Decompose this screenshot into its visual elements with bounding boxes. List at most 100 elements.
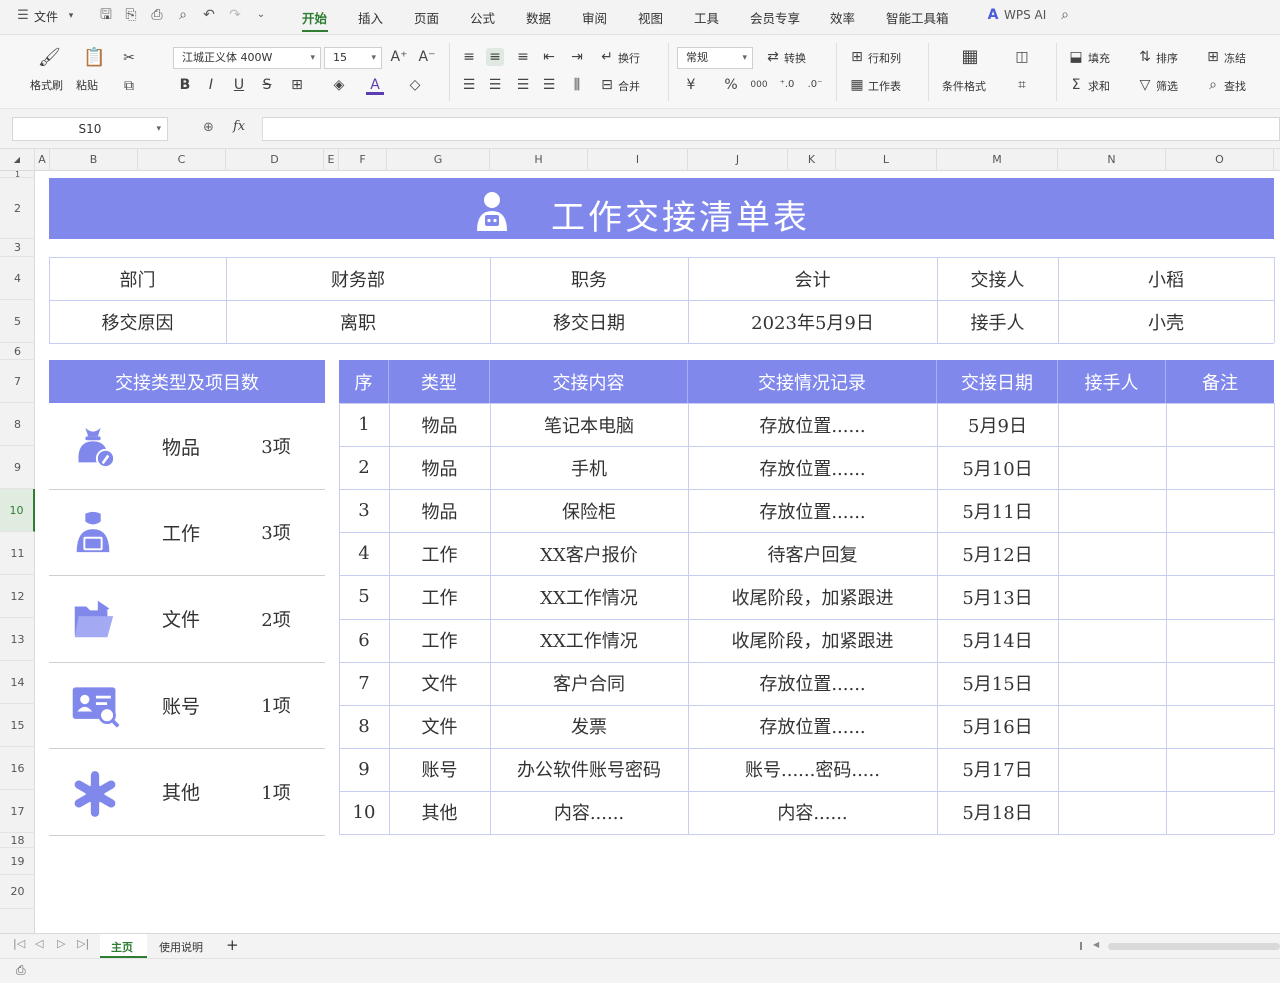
freeze-icon[interactable]: ⊞	[1204, 48, 1222, 66]
table-cell[interactable]: XX工作情况	[490, 575, 688, 618]
menu-8[interactable]: 会员专享	[750, 8, 800, 27]
justify-icon[interactable]: ☰	[540, 76, 558, 94]
table-cell[interactable]: 其他	[389, 791, 490, 834]
table-cell[interactable]: 10	[339, 791, 389, 834]
table-cell[interactable]	[1058, 575, 1166, 618]
table-cell[interactable]: 5月17日	[937, 748, 1058, 791]
more-chevron-icon[interactable]: ⌄	[252, 6, 270, 24]
border-icon[interactable]: ⊞	[288, 76, 306, 94]
decimal-increase-icon[interactable]: ⁺.0	[778, 76, 796, 94]
table-cell[interactable]	[1058, 748, 1166, 791]
indent-decrease-icon[interactable]: ⇤	[540, 48, 558, 66]
table-cell[interactable]: 5月16日	[937, 705, 1058, 748]
table-header-0[interactable]: 序	[339, 360, 389, 403]
table-header-1[interactable]: 类型	[389, 360, 490, 403]
table-cell[interactable]: 文件	[389, 705, 490, 748]
hamburger-icon[interactable]: ☰	[14, 7, 32, 25]
table-cell[interactable]	[1166, 489, 1274, 532]
last-sheet-icon[interactable]: ▷|	[77, 937, 89, 950]
export-pdf-icon[interactable]: ⎘	[122, 6, 140, 24]
align-bottom-icon[interactable]: ≡	[514, 48, 532, 66]
info-cell[interactable]: 小稻	[1058, 257, 1274, 300]
row-header-15[interactable]: 15	[0, 704, 35, 747]
table-cell[interactable]: 4	[339, 532, 389, 575]
table-cell[interactable]	[1058, 705, 1166, 748]
select-all-corner[interactable]: ◢	[0, 149, 35, 171]
row-header-12[interactable]: 12	[0, 575, 35, 618]
table-cell[interactable]: 存放位置......	[688, 403, 937, 446]
sort-button[interactable]: 排序	[1156, 50, 1178, 66]
table-cell[interactable]	[1166, 748, 1274, 791]
wps-ai-menu[interactable]: WPS AI	[1004, 8, 1046, 22]
info-cell[interactable]: 接手人	[937, 300, 1058, 343]
table-cell[interactable]: 2	[339, 446, 389, 489]
info-cell[interactable]: 财务部	[226, 257, 490, 300]
table-cell[interactable]: 手机	[490, 446, 688, 489]
table-cell[interactable]: 工作	[389, 532, 490, 575]
table-cell[interactable]: 存放位置......	[688, 446, 937, 489]
row-header-20[interactable]: 20	[0, 875, 35, 909]
align-center-icon[interactable]: ☰	[486, 76, 504, 94]
formula-input[interactable]	[262, 117, 1280, 141]
menu-0[interactable]: 开始	[302, 8, 327, 27]
column-header-D[interactable]: D	[226, 149, 324, 171]
column-header-I[interactable]: I	[588, 149, 688, 171]
column-header-N[interactable]: N	[1058, 149, 1166, 171]
table-cell[interactable]: 9	[339, 748, 389, 791]
sort-icon[interactable]: ⇅	[1136, 48, 1154, 66]
table-cell[interactable]	[1058, 489, 1166, 532]
table-cell[interactable]: XX工作情况	[490, 619, 688, 662]
row-header-13[interactable]: 13	[0, 618, 35, 661]
table-cell[interactable]: 保险柜	[490, 489, 688, 532]
table-cell[interactable]: 物品	[389, 489, 490, 532]
table-cell[interactable]	[1166, 662, 1274, 705]
column-header-A[interactable]: A	[35, 149, 50, 171]
row-header-19[interactable]: 19	[0, 848, 35, 875]
next-sheet-icon[interactable]: ▷	[57, 937, 65, 950]
row-header-18[interactable]: 18	[0, 833, 35, 848]
worksheet-icon[interactable]: ▦	[848, 76, 866, 94]
row-header-5[interactable]: 5	[0, 300, 35, 343]
worksheet-button[interactable]: 工作表	[868, 78, 901, 94]
row-header-10[interactable]: 10	[0, 489, 35, 532]
print-preview-icon[interactable]: ⌕	[174, 6, 192, 24]
number-format-select[interactable]: 常规 ▾	[677, 47, 753, 69]
undo-icon[interactable]: ↶	[200, 6, 218, 24]
row-header-4[interactable]: 4	[0, 257, 35, 300]
info-cell[interactable]: 部门	[49, 257, 226, 300]
format-brush-icon[interactable]: 🖌	[38, 49, 61, 67]
column-header-B[interactable]: B	[50, 149, 138, 171]
column-header-L[interactable]: L	[836, 149, 937, 171]
search-icon[interactable]: ⌕	[1056, 6, 1074, 24]
column-header-H[interactable]: H	[490, 149, 588, 171]
column-header-O[interactable]: O	[1166, 149, 1274, 171]
conditional-format-icon[interactable]: ▦	[961, 48, 979, 66]
info-cell[interactable]: 小壳	[1058, 300, 1274, 343]
table-cell[interactable]: 笔记本电脑	[490, 403, 688, 446]
row-header-16[interactable]: 16	[0, 747, 35, 790]
macro-record-icon[interactable]: ⎙	[16, 963, 26, 978]
info-cell[interactable]: 2023年5月9日	[688, 300, 937, 343]
table-cell[interactable]: 物品	[389, 403, 490, 446]
menu-6[interactable]: 视图	[638, 8, 663, 27]
copy-icon[interactable]: ⧉	[120, 77, 138, 95]
font-name-select[interactable]: 江城正义体 400W ▾	[173, 47, 321, 69]
table-cell[interactable]	[1166, 446, 1274, 489]
fill-button[interactable]: 填充	[1088, 50, 1110, 66]
find-button[interactable]: 查找	[1224, 78, 1246, 94]
table-cell[interactable]	[1166, 403, 1274, 446]
percent-button[interactable]: %	[722, 76, 740, 94]
table-cell[interactable]: 5月10日	[937, 446, 1058, 489]
scroll-left-icon[interactable]: ◀	[1093, 940, 1099, 949]
convert-icon[interactable]: ⇄	[764, 48, 782, 66]
font-color-icon[interactable]: A	[366, 76, 384, 95]
row-header-2[interactable]: 2	[0, 178, 35, 239]
currency-button[interactable]: ¥	[682, 76, 700, 94]
font-size-select[interactable]: 15 ▾	[324, 47, 382, 69]
fill-icon[interactable]: ⬓	[1067, 48, 1085, 66]
table-header-6[interactable]: 备注	[1166, 360, 1274, 403]
wrap-text-button[interactable]: 换行	[618, 50, 640, 66]
align-left-icon[interactable]: ☰	[460, 76, 478, 94]
table-cell[interactable]: 5月13日	[937, 575, 1058, 618]
table-cell[interactable]	[1166, 575, 1274, 618]
